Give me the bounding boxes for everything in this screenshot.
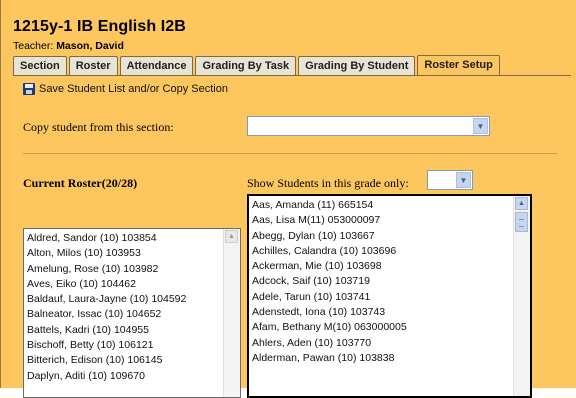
- list-item[interactable]: Afam, Bethany M(10) 063000005: [252, 320, 514, 335]
- save-button[interactable]: Save Student List and/or Copy Section: [23, 83, 228, 95]
- list-item[interactable]: Aves, Eiko (10) 104462: [27, 277, 224, 292]
- list-item[interactable]: Battels, Kadri (10) 104955: [27, 323, 224, 338]
- tab-attendance[interactable]: Attendance: [119, 56, 194, 75]
- teacher-line: Teacher: Mason, David: [13, 40, 124, 52]
- students-scrollbar[interactable]: ▲: [513, 196, 530, 396]
- list-item[interactable]: Adcock, Saif (10) 103719: [252, 274, 514, 289]
- teacher-name: Mason, David: [56, 40, 124, 52]
- tab-roster[interactable]: Roster: [68, 56, 118, 75]
- roster-setup-panel: 1215y-1 IB English I2B Teacher: Mason, D…: [0, 0, 576, 398]
- tab-bar: Section Roster Attendance Grading By Tas…: [13, 55, 502, 76]
- copy-section-select[interactable]: ▼: [247, 116, 490, 136]
- tab-grading-by-student[interactable]: Grading By Student: [298, 56, 416, 75]
- list-item[interactable]: Ackerman, Mie (10) 103698: [252, 259, 514, 274]
- floppy-disk-icon: [23, 83, 35, 95]
- scroll-up-icon[interactable]: ▲: [515, 197, 528, 210]
- list-item[interactable]: Balneator, Issac (10) 104652: [27, 307, 224, 322]
- chevron-down-icon[interactable]: ▼: [456, 172, 471, 188]
- tab-grading-by-task[interactable]: Grading By Task: [195, 56, 297, 75]
- chevron-down-icon[interactable]: ▼: [473, 118, 488, 134]
- scroll-thumb[interactable]: [515, 212, 528, 232]
- list-item[interactable]: Abegg, Dylan (10) 103667: [252, 229, 514, 244]
- list-item[interactable]: Daplyn, Aditi (10) 109670: [27, 369, 224, 384]
- list-item[interactable]: Baldauf, Laura-Jayne (10) 104592: [27, 292, 224, 307]
- list-item[interactable]: Ahlers, Aden (10) 103770: [252, 336, 514, 351]
- list-item[interactable]: Amelung, Rose (10) 103982: [27, 262, 224, 277]
- section-divider: [23, 153, 557, 154]
- list-item[interactable]: Bischoff, Betty (10) 106121: [27, 338, 224, 353]
- grade-filter-select[interactable]: ▼: [427, 170, 473, 190]
- tab-roster-setup[interactable]: Roster Setup: [417, 55, 500, 76]
- list-item[interactable]: Adenstedt, Iona (10) 103743: [252, 305, 514, 320]
- teacher-label: Teacher:: [13, 40, 54, 52]
- list-item[interactable]: Aas, Lisa M(11) 053000097: [252, 213, 514, 228]
- current-roster-label: Current Roster(20/28): [23, 176, 138, 190]
- list-item[interactable]: Bitterich, Edison (10) 106145: [27, 353, 224, 368]
- list-item[interactable]: Alderman, Pawan (10) 103838: [252, 351, 514, 366]
- copy-section-label: Copy student from this section:: [23, 120, 174, 134]
- available-students-list[interactable]: Aas, Amanda (11) 665154 Aas, Lisa M(11) …: [247, 194, 532, 398]
- roster-scrollbar[interactable]: ▲: [223, 229, 240, 397]
- list-item[interactable]: Alton, Milos (10) 103953: [27, 246, 224, 261]
- scroll-up-icon[interactable]: ▲: [225, 230, 238, 243]
- section-title: 1215y-1 IB English I2B: [13, 18, 186, 35]
- grade-filter-label: Show Students in this grade only:: [247, 176, 409, 190]
- current-roster-list[interactable]: Aldred, Sandor (10) 103854 Alton, Milos …: [23, 228, 241, 398]
- list-item[interactable]: Adele, Tarun (10) 103741: [252, 290, 514, 305]
- tab-underline: [13, 75, 571, 76]
- list-item[interactable]: Aldred, Sandor (10) 103854: [27, 231, 224, 246]
- list-item[interactable]: Achilles, Calandra (10) 103696: [252, 244, 514, 259]
- tab-section[interactable]: Section: [13, 56, 67, 75]
- list-item[interactable]: Aas, Amanda (11) 665154: [252, 198, 514, 213]
- save-label: Save Student List and/or Copy Section: [39, 83, 228, 95]
